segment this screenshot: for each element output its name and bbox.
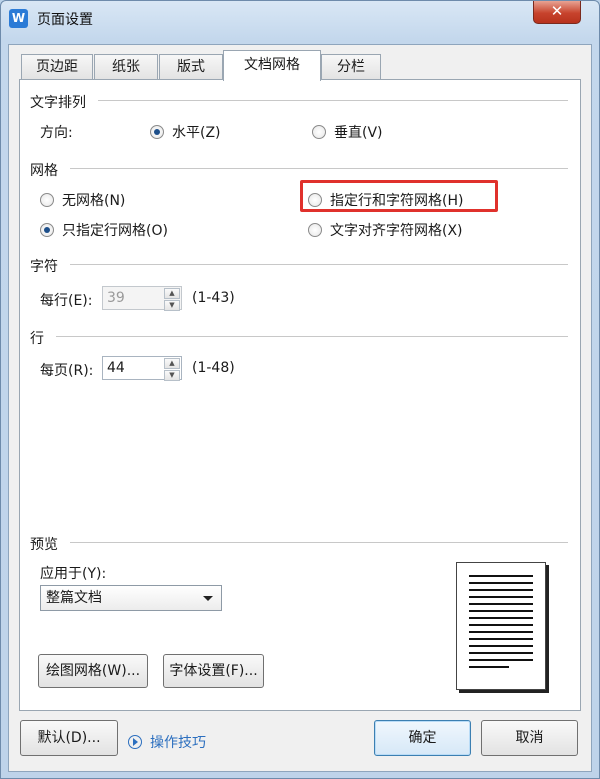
chars-range: (1-43) xyxy=(192,290,235,306)
radio-horizontal-label: 水平(Z) xyxy=(172,125,221,141)
radio-dot-icon xyxy=(308,223,322,237)
tab-columns[interactable]: 分栏 xyxy=(321,54,381,79)
wps-app-icon: W xyxy=(9,9,28,28)
ok-button[interactable]: 确定 xyxy=(374,720,471,756)
chars-per-line-value: 39 xyxy=(107,290,125,306)
radio-line-grid-only[interactable]: 只指定行网格(O) xyxy=(40,220,168,240)
divider xyxy=(70,264,568,266)
title-bar[interactable]: W 页面设置 ✕ xyxy=(1,1,599,35)
tab-document-grid[interactable]: 文档网格 xyxy=(223,50,321,81)
section-text-direction: 文字排列 xyxy=(30,95,86,111)
radio-dot-icon xyxy=(40,223,54,237)
lines-range: (1-48) xyxy=(192,360,235,376)
chars-per-line-stepper[interactable]: 39 ▲ ▼ xyxy=(102,286,182,311)
chars-per-line-label: 每行(E): xyxy=(40,293,93,309)
radio-no-grid[interactable]: 无网格(N) xyxy=(40,190,125,210)
divider xyxy=(70,542,568,544)
tips-link-label: 操作技巧 xyxy=(150,735,206,751)
red-highlight-box xyxy=(300,180,498,212)
apply-to-label: 应用于(Y): xyxy=(40,566,107,582)
direction-label: 方向: xyxy=(40,125,73,141)
divider xyxy=(98,100,568,102)
apply-to-value: 整篇文档 xyxy=(46,590,102,606)
apply-to-select[interactable]: 整篇文档 xyxy=(40,585,222,611)
drawing-grid-button[interactable]: 绘图网格(W)... xyxy=(38,654,148,688)
dialog-title: 页面设置 xyxy=(37,12,93,28)
default-button[interactable]: 默认(D)... xyxy=(20,720,118,756)
radio-vertical-label: 垂直(V) xyxy=(334,125,383,141)
tab-paper[interactable]: 纸张 xyxy=(94,54,158,79)
radio-align-char-grid-label: 文字对齐字符网格(X) xyxy=(330,223,463,239)
radio-align-char-grid[interactable]: 文字对齐字符网格(X) xyxy=(308,220,463,240)
stepper-down-icon[interactable]: ▼ xyxy=(164,370,180,381)
close-button[interactable]: ✕ xyxy=(533,1,581,24)
tab-margins[interactable]: 页边距 xyxy=(21,54,93,79)
lines-per-page-value: 44 xyxy=(107,360,125,376)
radio-dot-icon xyxy=(312,125,326,139)
tab-layout[interactable]: 版式 xyxy=(159,54,223,79)
play-circle-icon xyxy=(128,735,142,749)
radio-line-grid-only-label: 只指定行网格(O) xyxy=(62,223,168,239)
stepper-up-icon[interactable]: ▲ xyxy=(164,358,180,369)
cancel-button[interactable]: 取消 xyxy=(481,720,578,756)
stepper-down-icon[interactable]: ▼ xyxy=(164,300,180,311)
radio-dot-icon xyxy=(150,125,164,139)
section-lines: 行 xyxy=(30,331,44,347)
section-chars: 字符 xyxy=(30,259,58,275)
dropdown-arrow-icon xyxy=(203,596,213,601)
radio-horizontal[interactable]: 水平(Z) xyxy=(150,122,221,142)
page-preview xyxy=(456,562,546,690)
stepper-arrows: ▲ ▼ xyxy=(164,288,180,311)
radio-vertical[interactable]: 垂直(V) xyxy=(312,122,383,142)
stepper-up-icon[interactable]: ▲ xyxy=(164,288,180,299)
lines-per-page-stepper[interactable]: 44 ▲ ▼ xyxy=(102,356,182,381)
section-preview: 预览 xyxy=(30,537,58,553)
section-grid: 网格 xyxy=(30,163,58,179)
divider xyxy=(56,336,568,338)
radio-dot-icon xyxy=(40,193,54,207)
stepper-arrows: ▲ ▼ xyxy=(164,358,180,381)
radio-no-grid-label: 无网格(N) xyxy=(62,193,126,209)
tips-link[interactable]: 操作技巧 xyxy=(128,732,206,752)
lines-per-page-label: 每页(R): xyxy=(40,363,94,379)
divider xyxy=(70,168,568,170)
font-settings-button[interactable]: 字体设置(F)... xyxy=(163,654,264,688)
